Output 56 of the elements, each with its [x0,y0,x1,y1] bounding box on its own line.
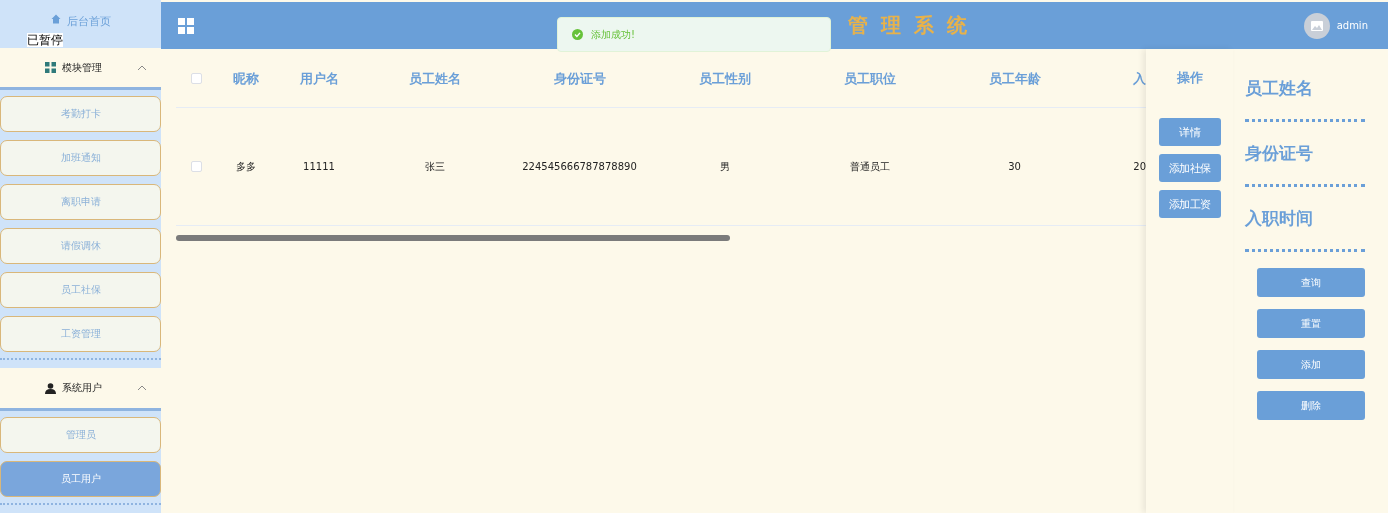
search-label: 身份证号 [1245,142,1314,165]
menu-group-header[interactable]: 模块管理 [0,47,161,91]
menu-item[interactable]: 加班通知 [0,140,161,177]
column-header: 员工年龄 [987,69,1042,88]
input-field[interactable] [1245,249,1365,252]
table-cell-text: 30 [1007,161,1022,172]
column-header: 员工职位 [842,69,897,88]
column-header: 员工性别 [697,69,752,88]
table-cell-text: 224545666787878890 [521,161,638,172]
menu-item[interactable]: 请假调休 [0,228,161,265]
table-cell-text: 多多 [235,159,257,174]
scrollbar[interactable] [176,235,730,241]
row-checkbox[interactable] [190,161,202,172]
search-label: 员工姓名 [1245,77,1314,100]
action-button[interactable]: 详情 [1158,118,1221,146]
table-cell-text: 20 [1132,161,1146,172]
column-header: 入 [1132,69,1146,88]
menu-group-header[interactable]: 系统用户 [0,368,161,411]
input-field[interactable] [1245,119,1365,122]
toast-message: 添加成功! [557,17,831,52]
table-cell-text: 普通员工 [848,159,891,174]
search-label: 入职时间 [1245,207,1314,230]
menu-item[interactable]: 管理员 [0,417,161,453]
search-panel-button[interactable]: 查询 [1257,268,1365,297]
menu-item[interactable]: 员工用户 [0,461,161,497]
app-title: 管理系统 [848,12,980,39]
home-link[interactable]: 后台首页 [50,14,111,28]
table-cell-text: 张三 [423,159,446,174]
user-name[interactable]: admin [1336,20,1368,31]
search-panel-button[interactable]: 重置 [1257,309,1365,338]
column-header: 身份证号 [552,69,607,88]
paused-label: 已暂停 [27,33,63,47]
column-header: 操作 [1176,69,1203,87]
action-button[interactable]: 添加工资 [1158,190,1221,218]
column-header: 昵称 [232,69,260,88]
select-all-checkbox[interactable] [190,73,202,84]
action-button[interactable]: 添加社保 [1158,154,1221,182]
search-panel-button[interactable]: 删除 [1257,391,1365,420]
caret-icon [137,64,147,71]
home-icon [50,14,61,24]
check-icon [572,29,583,40]
table-cell-text: 男 [718,159,731,174]
menu-item[interactable]: 工资管理 [0,316,161,353]
avatar-icon[interactable] [1303,12,1330,39]
menu-item[interactable]: 考勤打卡 [0,96,161,133]
search-panel-button[interactable]: 添加 [1257,350,1365,379]
grid-icon [45,62,56,74]
column-header: 用户名 [298,69,340,88]
menu-icon[interactable] [178,17,194,34]
user-icon [45,382,56,394]
column-header: 员工姓名 [407,69,462,88]
menu-item[interactable]: 离职申请 [0,184,161,221]
input-field[interactable] [1245,184,1365,187]
caret-icon [137,385,147,392]
menu-item[interactable]: 员工社保 [0,272,161,309]
table-cell-text: 11111 [302,161,336,172]
